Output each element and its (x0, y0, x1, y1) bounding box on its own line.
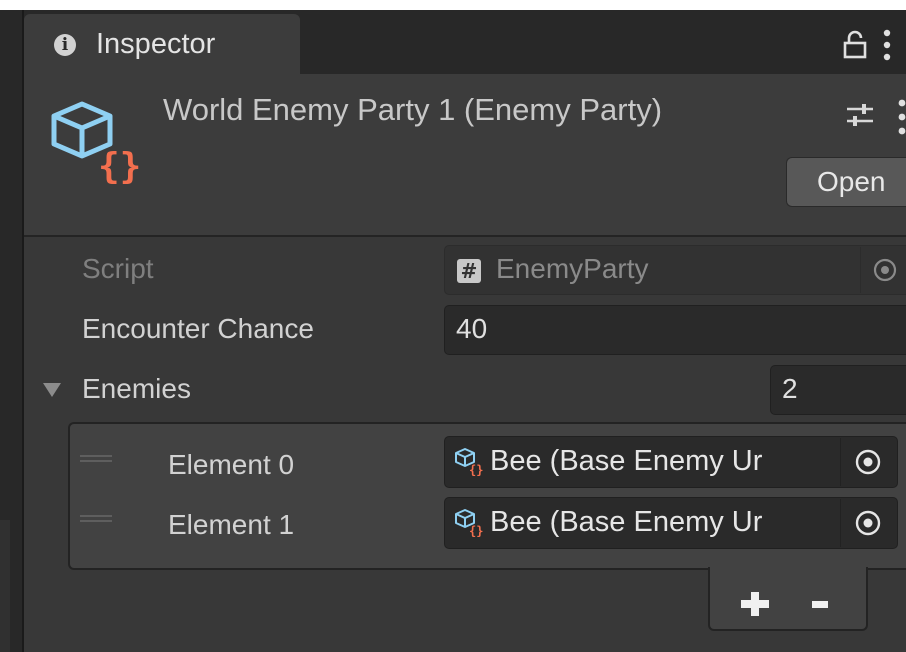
script-value: EnemyParty (496, 253, 649, 284)
info-icon: i (54, 34, 76, 56)
element-1-label: Element 1 (168, 509, 295, 540)
left-panel-accent (0, 520, 10, 652)
remove-element-button[interactable]: - (805, 591, 835, 617)
add-element-button[interactable]: + (737, 591, 773, 617)
svg-text:{}: {} (469, 463, 483, 477)
list-footer (708, 567, 868, 631)
tab-label: Inspector (96, 28, 216, 60)
enemies-size-value: 2 (782, 373, 798, 404)
csharp-script-icon: # (457, 259, 481, 283)
element-0-label: Element 0 (168, 449, 295, 480)
encounter-chance-field[interactable] (444, 305, 906, 355)
element-1-target-divider (840, 499, 841, 547)
drag-handle-icon[interactable] (80, 455, 112, 463)
asset-title: World Enemy Party 1 (Enemy Party) (163, 92, 663, 127)
encounter-chance-label: Encounter Chance (82, 313, 314, 344)
element-1-value: Bee (Base Enemy Ur (490, 506, 763, 538)
svg-text:{}: {} (98, 146, 141, 187)
svg-text:{}: {} (469, 524, 483, 538)
script-label: Script (82, 253, 154, 284)
object-picker-icon[interactable] (853, 508, 883, 538)
element-0-value: Bee (Base Enemy Ur (490, 445, 763, 477)
inspector-window: i Inspector {} World Enemy Party 1 (Enem… (0, 0, 906, 652)
lock-icon[interactable] (840, 30, 870, 60)
script-target-divider (860, 247, 861, 293)
foldout-expanded-icon[interactable] (40, 377, 64, 401)
header-menu-icon[interactable] (896, 97, 906, 137)
enemies-label[interactable]: Enemies (82, 373, 191, 405)
scriptable-object-icon: {} (51, 101, 141, 187)
encounter-chance-value: 40 (456, 313, 488, 344)
scriptable-object-icon: {} (455, 509, 483, 538)
drag-handle-icon[interactable] (80, 515, 112, 523)
element-0-target-divider (840, 438, 841, 486)
top-strip (0, 0, 906, 10)
object-picker-icon[interactable] (853, 447, 883, 477)
kebab-menu-icon[interactable] (882, 28, 892, 62)
object-picker-icon (873, 258, 897, 282)
sliders-icon[interactable] (845, 101, 875, 129)
open-button[interactable]: Open (786, 157, 906, 207)
scriptable-object-icon: {} (455, 448, 483, 477)
